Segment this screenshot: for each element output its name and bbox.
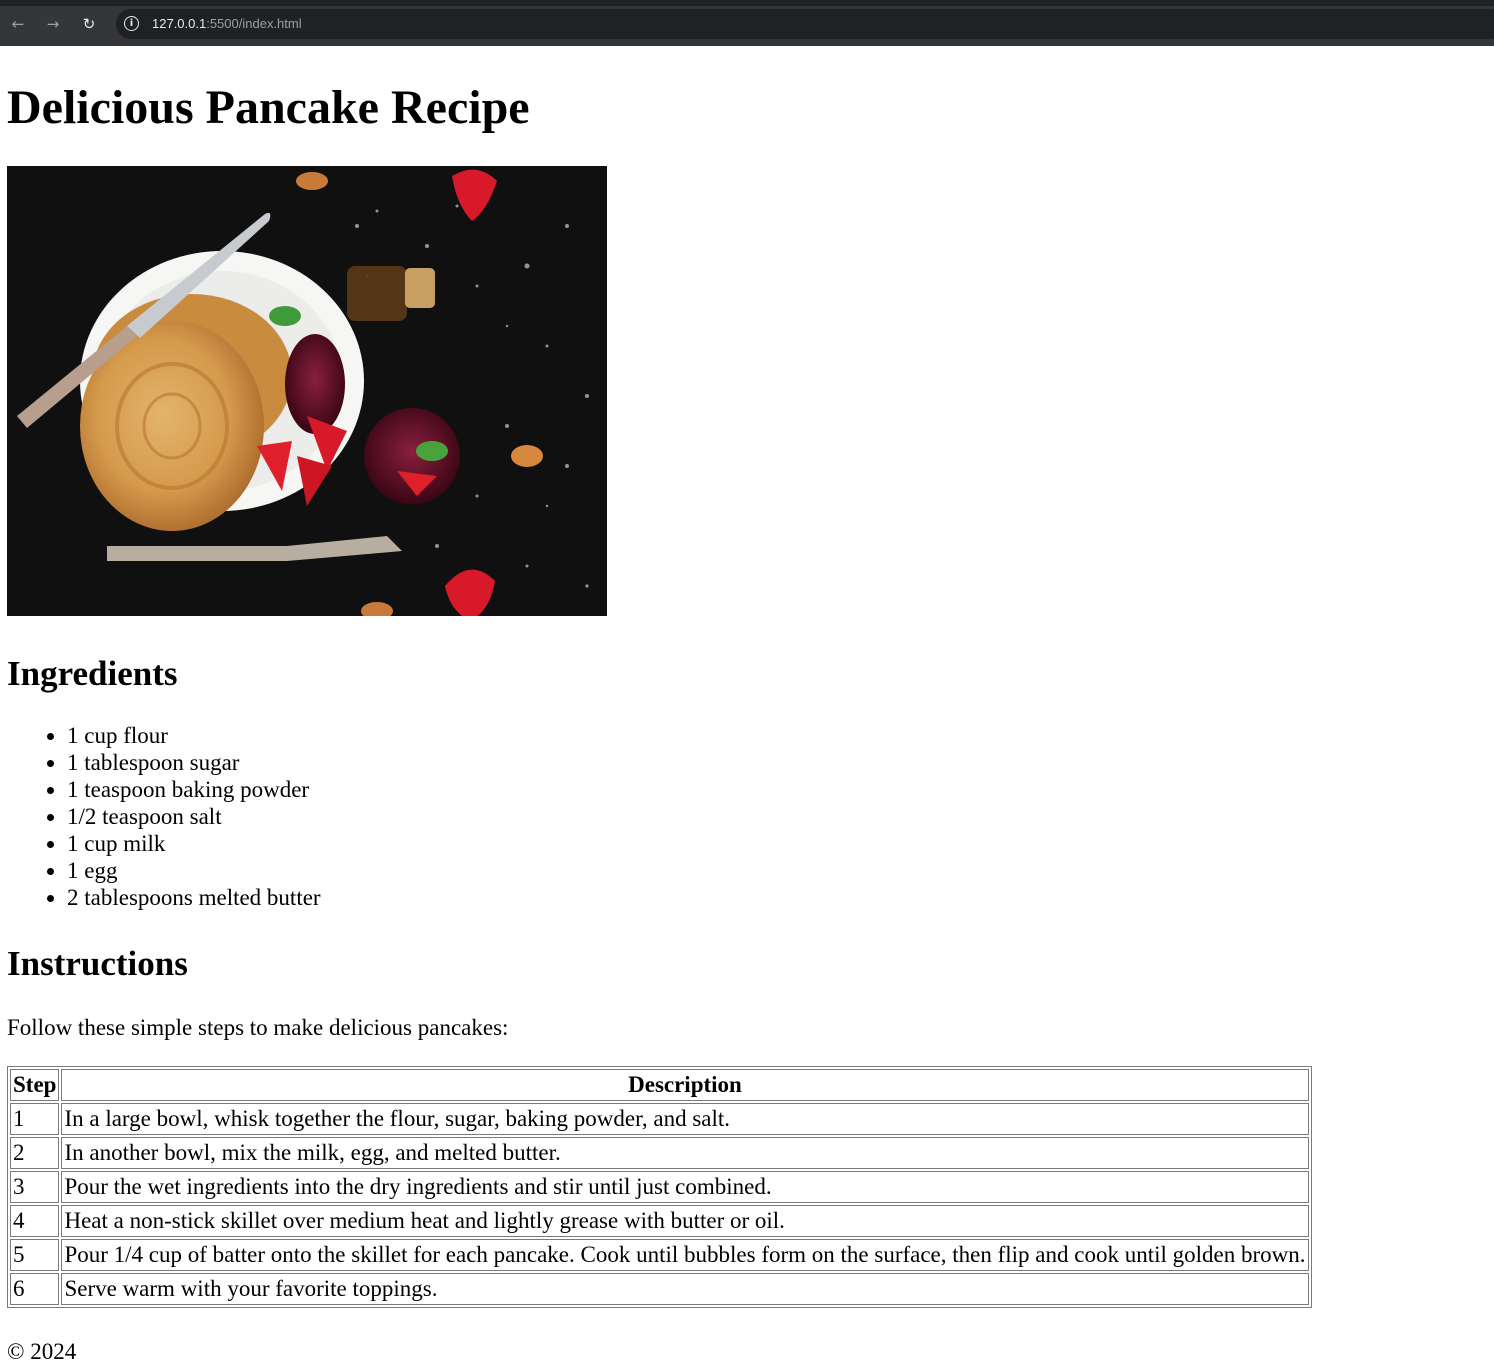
ingredients-list: 1 cup flour 1 tablespoon sugar 1 teaspoo… xyxy=(7,722,321,911)
footer-copyright: © 2024 xyxy=(7,1339,77,1364)
table-row: 2 In another bowl, mix the milk, egg, an… xyxy=(10,1137,1309,1169)
url-path: :5500/index.html xyxy=(206,16,302,31)
step-description: Heat a non-stick skillet over medium hea… xyxy=(61,1205,1309,1237)
step-description: In another bowl, mix the milk, egg, and … xyxy=(61,1137,1309,1169)
page-title: Delicious Pancake Recipe xyxy=(7,81,530,134)
reload-icon[interactable]: ↻ xyxy=(75,11,103,37)
step-number: 3 xyxy=(10,1171,60,1203)
address-bar[interactable]: i 127.0.0.1:5500/index.html xyxy=(116,9,1494,39)
step-number: 2 xyxy=(10,1137,60,1169)
step-description: Serve warm with your favorite toppings. xyxy=(61,1273,1309,1305)
list-item: 1 egg xyxy=(67,857,321,884)
step-number: 6 xyxy=(10,1273,60,1305)
step-number: 1 xyxy=(10,1103,60,1135)
list-item: 2 tablespoons melted butter xyxy=(67,884,321,911)
url-text[interactable]: 127.0.0.1:5500/index.html xyxy=(152,16,302,31)
browser-toolbar: ← → ↻ i 127.0.0.1:5500/index.html xyxy=(0,0,1494,46)
step-description: Pour 1/4 cup of batter onto the skillet … xyxy=(61,1239,1309,1271)
list-item: 1 cup flour xyxy=(67,722,321,749)
list-item: 1/2 teaspoon salt xyxy=(67,803,321,830)
step-number: 4 xyxy=(10,1205,60,1237)
back-arrow-icon[interactable]: ← xyxy=(4,11,32,37)
list-item: 1 cup milk xyxy=(67,830,321,857)
table-row: 6 Serve warm with your favorite toppings… xyxy=(10,1273,1309,1305)
ingredients-heading: Ingredients xyxy=(7,654,178,693)
table-row: 3 Pour the wet ingredients into the dry … xyxy=(10,1171,1309,1203)
table-row: 4 Heat a non-stick skillet over medium h… xyxy=(10,1205,1309,1237)
step-description: Pour the wet ingredients into the dry in… xyxy=(61,1171,1309,1203)
instructions-intro: Follow these simple steps to make delici… xyxy=(7,1015,509,1040)
list-item: 1 tablespoon sugar xyxy=(67,749,321,776)
steps-table: Step Description 1 In a large bowl, whis… xyxy=(7,1066,1312,1308)
url-host: 127.0.0.1 xyxy=(152,16,207,31)
pancake-photo xyxy=(7,166,607,616)
step-number: 5 xyxy=(10,1239,60,1271)
syrup-bottle xyxy=(347,266,407,321)
step-column-header: Step xyxy=(10,1069,60,1101)
table-row: 5 Pour 1/4 cup of batter onto the skille… xyxy=(10,1239,1309,1271)
list-item: 1 teaspoon baking powder xyxy=(67,776,321,803)
table-header-row: Step Description xyxy=(10,1069,1309,1101)
description-column-header: Description xyxy=(61,1069,1309,1101)
table-row: 1 In a large bowl, whisk together the fl… xyxy=(10,1103,1309,1135)
forward-arrow-icon[interactable]: → xyxy=(39,11,67,37)
step-description: In a large bowl, whisk together the flou… xyxy=(61,1103,1309,1135)
site-info-icon[interactable]: i xyxy=(124,16,139,31)
instructions-heading: Instructions xyxy=(7,944,188,983)
